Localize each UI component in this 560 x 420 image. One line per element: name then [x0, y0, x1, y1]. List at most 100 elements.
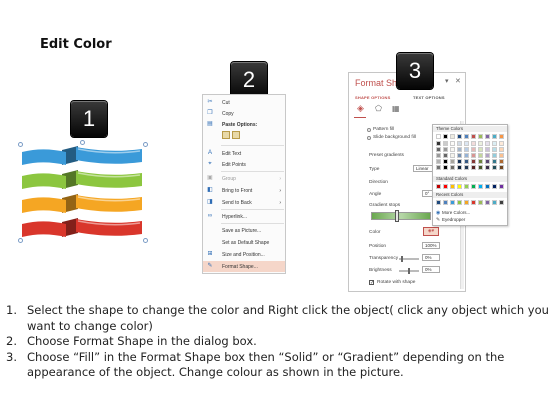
pane-options-icon[interactable]: ▾ — [445, 77, 449, 85]
standard-color-swatch[interactable] — [450, 184, 455, 189]
theme-color-swatch[interactable] — [478, 141, 483, 146]
theme-color-swatch[interactable] — [471, 147, 476, 152]
selection-handle-icon[interactable] — [18, 142, 23, 147]
theme-color-swatch[interactable] — [464, 147, 469, 152]
selection-handle-icon[interactable] — [18, 238, 23, 243]
theme-color-swatch[interactable] — [471, 141, 476, 146]
recent-color-swatch[interactable] — [436, 200, 441, 205]
gradient-stops-bar[interactable] — [371, 212, 431, 220]
ribbon-right-band[interactable] — [76, 195, 142, 212]
brightness-slider-knob[interactable] — [408, 268, 410, 274]
theme-color-swatch[interactable] — [450, 159, 455, 164]
fill-line-icon[interactable]: ◈ — [357, 103, 364, 114]
size-properties-icon[interactable]: ▦ — [392, 104, 400, 113]
recent-color-swatch[interactable] — [492, 200, 497, 205]
position-input[interactable]: 100% — [422, 242, 440, 249]
theme-color-swatch[interactable] — [443, 141, 448, 146]
slide-background-fill-radio[interactable] — [367, 136, 371, 140]
gradient-stop-handle[interactable] — [395, 210, 399, 222]
theme-color-swatch[interactable] — [478, 165, 483, 170]
menu-item-edit-text[interactable]: A Edit Text — [203, 148, 285, 159]
theme-color-swatch[interactable] — [464, 159, 469, 164]
pattern-fill-radio[interactable] — [367, 128, 371, 132]
color-dropdown-button[interactable]: ◈▾ — [423, 227, 439, 236]
theme-color-swatch[interactable] — [457, 141, 462, 146]
standard-color-swatch[interactable] — [492, 184, 497, 189]
ribbon-shapes-graphic[interactable] — [18, 140, 148, 245]
menu-item-cut[interactable]: ✂ Cut — [203, 97, 285, 108]
standard-color-swatch[interactable] — [478, 184, 483, 189]
theme-color-swatch[interactable] — [436, 159, 441, 164]
standard-color-swatch[interactable] — [485, 184, 490, 189]
theme-color-swatch[interactable] — [485, 134, 490, 139]
theme-color-swatch[interactable] — [492, 147, 497, 152]
menu-item-save-as-picture[interactable]: Save as Picture... — [203, 225, 285, 236]
theme-color-swatch[interactable] — [478, 147, 483, 152]
theme-color-swatch[interactable] — [457, 165, 462, 170]
theme-color-swatch[interactable] — [464, 153, 469, 158]
theme-color-swatch[interactable] — [471, 165, 476, 170]
menu-item-copy[interactable]: ❐ Copy — [203, 108, 285, 119]
menu-item-format-shape[interactable]: ✎ Format Shape... — [203, 261, 285, 272]
tab-text-options[interactable]: TEXT OPTIONS — [413, 95, 445, 100]
recent-color-swatch[interactable] — [478, 200, 483, 205]
menu-item-hyperlink[interactable]: ∞ Hyperlink... — [203, 211, 285, 222]
theme-color-swatch[interactable] — [457, 159, 462, 164]
standard-color-swatch[interactable] — [499, 184, 504, 189]
paste-keep-format-icon[interactable] — [222, 131, 230, 139]
theme-color-swatch[interactable] — [471, 153, 476, 158]
theme-color-swatch[interactable] — [471, 159, 476, 164]
theme-color-swatch[interactable] — [478, 134, 483, 139]
standard-color-swatch[interactable] — [471, 184, 476, 189]
standard-color-swatch[interactable] — [436, 184, 441, 189]
ribbon-left-band[interactable] — [22, 221, 66, 237]
transparency-input[interactable]: 0% — [422, 254, 440, 261]
eyedropper-link[interactable]: Eyedropper — [442, 217, 465, 222]
theme-color-swatch[interactable] — [450, 153, 455, 158]
theme-color-swatch[interactable] — [464, 141, 469, 146]
more-colors-link[interactable]: More Colors... — [442, 210, 470, 215]
standard-color-swatch[interactable] — [464, 184, 469, 189]
standard-color-swatch[interactable] — [443, 184, 448, 189]
theme-color-swatch[interactable] — [492, 141, 497, 146]
theme-color-swatch[interactable] — [436, 134, 441, 139]
transparency-slider-knob[interactable] — [401, 256, 403, 262]
theme-color-swatch[interactable] — [499, 147, 504, 152]
selection-handle-icon[interactable] — [143, 142, 148, 147]
recent-color-swatch[interactable] — [450, 200, 455, 205]
ribbon-left-band[interactable] — [22, 197, 66, 213]
theme-color-swatch[interactable] — [464, 165, 469, 170]
close-icon[interactable]: ✕ — [455, 77, 461, 85]
rotate-with-shape-checkbox[interactable]: ✓ — [369, 280, 374, 286]
recent-color-swatch[interactable] — [464, 200, 469, 205]
theme-color-swatch[interactable] — [443, 159, 448, 164]
theme-color-swatch[interactable] — [499, 141, 504, 146]
theme-color-swatch[interactable] — [436, 141, 441, 146]
type-dropdown[interactable]: Linear — [413, 165, 433, 172]
theme-color-swatch[interactable] — [485, 159, 490, 164]
theme-color-swatch[interactable] — [457, 147, 462, 152]
ribbon-left-band[interactable] — [22, 173, 66, 189]
recent-color-swatch[interactable] — [499, 200, 504, 205]
theme-color-swatch[interactable] — [471, 134, 476, 139]
ribbon-right-band[interactable] — [76, 171, 142, 188]
theme-color-swatch[interactable] — [492, 153, 497, 158]
theme-color-swatch[interactable] — [499, 134, 504, 139]
theme-color-swatch[interactable] — [485, 165, 490, 170]
recent-color-swatch[interactable] — [471, 200, 476, 205]
theme-color-swatch[interactable] — [450, 147, 455, 152]
ribbon-right-band[interactable] — [76, 219, 142, 236]
menu-item-paste-options[interactable]: ▤ Paste Options: — [203, 119, 285, 130]
theme-color-swatch[interactable] — [443, 147, 448, 152]
theme-color-swatch[interactable] — [443, 165, 448, 170]
theme-color-swatch[interactable] — [450, 165, 455, 170]
theme-color-swatch[interactable] — [443, 134, 448, 139]
ribbon-left-band[interactable] — [22, 149, 66, 165]
theme-color-swatch[interactable] — [450, 141, 455, 146]
theme-color-swatch[interactable] — [492, 159, 497, 164]
theme-color-swatch[interactable] — [457, 134, 462, 139]
menu-item-bring-to-front[interactable]: ◧ Bring to Front › — [203, 185, 285, 196]
theme-color-swatch[interactable] — [485, 147, 490, 152]
selection-handle-icon[interactable] — [80, 140, 85, 145]
standard-color-swatch[interactable] — [457, 184, 462, 189]
